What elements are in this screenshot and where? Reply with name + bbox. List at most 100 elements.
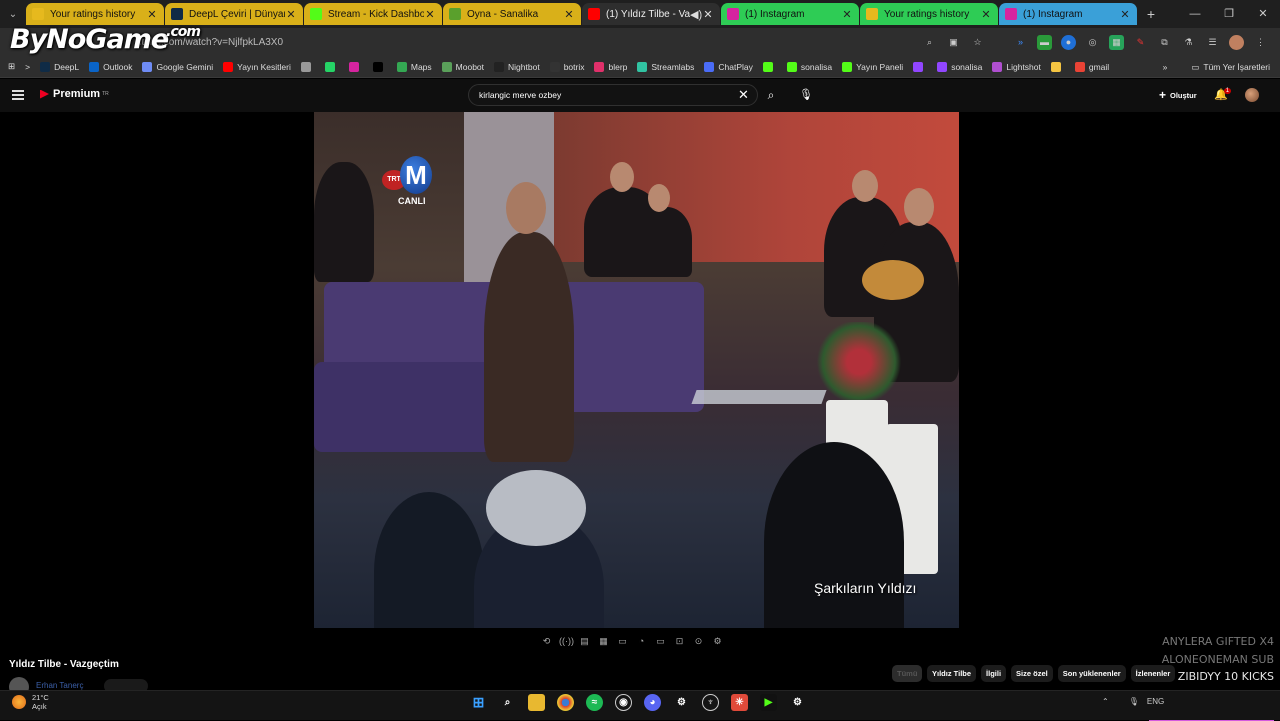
loop-icon[interactable]: ⟲ xyxy=(540,636,553,647)
browser-tab[interactable]: Your ratings history ✕ xyxy=(860,3,998,25)
bookmark-item[interactable]: Google Gemini xyxy=(142,61,213,72)
close-window-button[interactable]: ✕ xyxy=(1246,0,1280,28)
microphone-icon[interactable]: 🎙 xyxy=(797,84,815,106)
browser-tab[interactable]: Your ratings history ✕ xyxy=(26,3,164,25)
bookmark-item[interactable] xyxy=(300,61,315,72)
close-tab-icon[interactable]: ✕ xyxy=(424,8,436,21)
discord-icon[interactable]: ◕ xyxy=(644,694,661,711)
browser-tab[interactable]: DeepL Çeviri | Dünyanın e✕ xyxy=(165,3,303,25)
bookmark-item[interactable] xyxy=(762,61,777,72)
bookmark-item[interactable]: sonalisa xyxy=(786,61,832,72)
app-icon[interactable]: ✳ xyxy=(731,694,748,711)
tray-overflow-icon[interactable]: ⌃ xyxy=(1102,697,1109,706)
video-player[interactable]: TRT M CANLI Şarkıların Yıldızı xyxy=(314,112,959,628)
audio-icon[interactable]: ◀) xyxy=(690,8,702,21)
extension-icon[interactable]: ▬ xyxy=(1037,34,1052,50)
all-bookmarks[interactable]: » ▭ Tüm Yer İşaretleri xyxy=(1163,56,1270,78)
bookmark-item[interactable]: Outlook xyxy=(89,61,132,72)
pip-icon[interactable]: ⊡ xyxy=(673,636,686,647)
filter-chip[interactable]: Yıldız Tilbe xyxy=(927,665,977,682)
bookmark-item[interactable]: Lightshot xyxy=(992,61,1041,72)
obs-icon[interactable]: ◉ xyxy=(615,694,632,711)
cast-icon[interactable]: ▣ xyxy=(946,35,961,50)
filter-chip[interactable]: Tümü xyxy=(892,665,922,682)
hamburger-menu-icon[interactable] xyxy=(12,90,24,100)
spotify-icon[interactable]: ≈ xyxy=(586,694,603,711)
close-tab-icon[interactable]: ✕ xyxy=(841,8,853,21)
youtube-premium-logo[interactable]: Premium TR xyxy=(40,88,109,100)
bookmark-item[interactable] xyxy=(1050,61,1065,72)
extension-icon[interactable]: ● xyxy=(1061,34,1076,50)
bookmark-item[interactable]: Yayın Kesitleri xyxy=(223,61,291,72)
search-icon[interactable]: ⌕ xyxy=(499,694,516,711)
reading-list-icon[interactable]: ☰ xyxy=(1205,35,1220,50)
close-tab-icon[interactable]: ✕ xyxy=(702,8,714,21)
account-avatar[interactable] xyxy=(1245,88,1259,102)
channel-name[interactable]: Erhan Tanerç xyxy=(36,681,83,690)
extension-icon[interactable]: ◎ xyxy=(1085,35,1100,50)
tab-search-icon[interactable]: ⌄ xyxy=(0,9,26,20)
bookmark-star-icon[interactable]: ☆ xyxy=(970,35,985,50)
audio-icon[interactable]: ((·)) xyxy=(559,636,574,647)
file-explorer-icon[interactable] xyxy=(528,694,545,711)
bookmark-item[interactable]: Nightbot xyxy=(494,61,540,72)
bookmark-item[interactable]: Yayın Paneli xyxy=(842,61,903,72)
close-tab-icon[interactable]: ✕ xyxy=(146,8,158,21)
chrome-icon[interactable] xyxy=(557,694,574,711)
filter-chip[interactable]: Son yüklenenler xyxy=(1057,665,1126,682)
bookmark-item[interactable] xyxy=(372,61,387,72)
filter-chip[interactable]: İlgili xyxy=(981,665,1007,682)
speed-icon[interactable]: ◔ xyxy=(635,636,648,647)
bookmark-item[interactable]: gmail xyxy=(1074,61,1109,72)
bookmark-item[interactable]: Maps xyxy=(396,61,432,72)
bookmark-item[interactable] xyxy=(348,61,363,72)
camera-icon[interactable]: ⊙ xyxy=(692,636,705,647)
extensions-puzzle-icon[interactable]: ⧉ xyxy=(1157,35,1172,50)
bookmark-item[interactable]: Moobot xyxy=(441,61,484,72)
bookmark-item[interactable] xyxy=(913,61,927,72)
minimize-button[interactable]: — xyxy=(1178,0,1212,28)
profile-sync-icon[interactable]: ⚗ xyxy=(1181,35,1196,50)
search-input[interactable]: kirlangic merve ozbey xyxy=(468,84,758,106)
steam-icon[interactable]: ⚙ xyxy=(789,694,806,711)
aspect-icon[interactable]: ▭ xyxy=(616,636,629,647)
close-tab-icon[interactable]: ✕ xyxy=(285,8,297,21)
cinema-icon[interactable]: ▦ xyxy=(597,636,610,647)
filter-chip[interactable]: Size özel xyxy=(1011,665,1053,682)
extension-icon[interactable]: » xyxy=(1013,35,1028,50)
browser-tab[interactable]: Oyna - Sanalika ✕ xyxy=(443,3,581,25)
miniplayer-icon[interactable]: ▭ xyxy=(654,636,667,647)
bookmark-item[interactable]: blerp xyxy=(594,61,627,72)
screenshot-icon[interactable]: ▤ xyxy=(578,636,591,647)
clear-search-icon[interactable]: ✕ xyxy=(738,87,749,103)
close-tab-icon[interactable]: ✕ xyxy=(1119,8,1131,21)
close-tab-icon[interactable]: ✕ xyxy=(980,8,992,21)
more-icon[interactable]: > xyxy=(25,62,30,72)
notifications-bell-icon[interactable]: 🔔1 xyxy=(1214,88,1235,101)
weather-widget[interactable]: 21°C Açık xyxy=(12,693,49,711)
app-icon[interactable]: ♆ xyxy=(702,694,719,711)
extension-icon[interactable]: ▦ xyxy=(1109,34,1124,50)
bookmark-item[interactable]: botrix xyxy=(549,61,584,72)
bookmark-item[interactable] xyxy=(324,61,339,72)
new-tab-button[interactable]: + xyxy=(1138,6,1164,22)
browser-tab[interactable]: (1) Instagram ✕ xyxy=(999,3,1137,25)
steam-icon[interactable]: ⚙ xyxy=(673,694,690,711)
create-button[interactable]: + Oluştur xyxy=(1153,86,1203,104)
bookmark-item[interactable]: DeepL xyxy=(40,61,79,72)
close-tab-icon[interactable]: ✕ xyxy=(563,8,575,21)
browser-menu-icon[interactable]: ⋮ xyxy=(1253,35,1268,50)
windows-start-icon[interactable]: ⊞ xyxy=(470,694,487,711)
kick-icon[interactable]: ▶ xyxy=(760,694,777,711)
language-indicator[interactable]: ENG xyxy=(1147,697,1164,706)
bookmark-item[interactable]: sonalisa xyxy=(937,61,982,72)
microphone-icon[interactable]: 🎙 xyxy=(1129,697,1139,706)
apps-grid-icon[interactable]: ⊞ xyxy=(8,61,15,72)
extension-icon[interactable]: ✎ xyxy=(1133,35,1148,50)
bookmark-item[interactable]: Streamlabs xyxy=(637,61,694,72)
profile-avatar-icon[interactable] xyxy=(1229,34,1244,50)
zoom-icon[interactable]: ⌕ xyxy=(922,35,937,50)
maximize-button[interactable]: ❐ xyxy=(1212,0,1246,28)
settings-gear-icon[interactable]: ⚙ xyxy=(711,636,724,647)
search-icon[interactable]: ⌕ xyxy=(760,84,782,106)
